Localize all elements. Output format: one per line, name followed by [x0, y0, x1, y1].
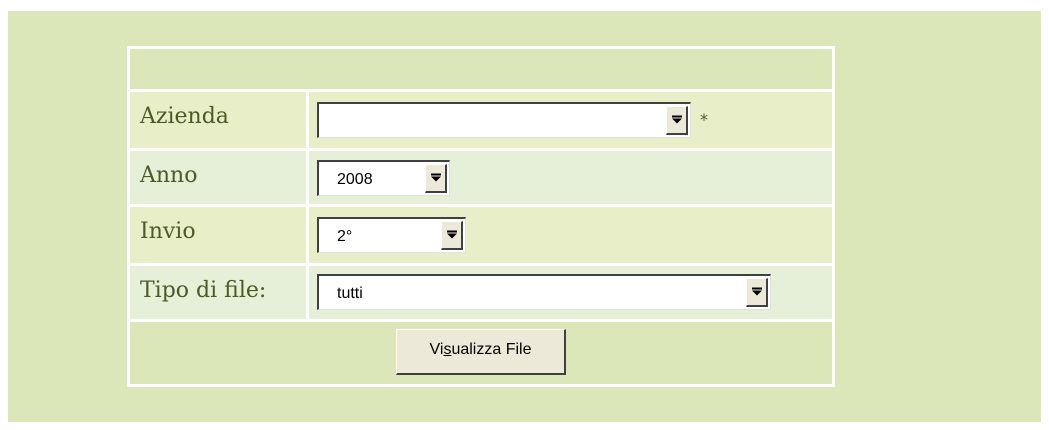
- form-row-tipo-file: Tipo di file: tutti: [130, 266, 832, 319]
- chevron-down-icon: [751, 287, 762, 296]
- form-row-actions: Visualizza File: [130, 322, 832, 384]
- anno-select[interactable]: 2008: [317, 160, 450, 196]
- form-panel: Azienda * Anno 2008 Invio 2° Tipo di fil…: [8, 11, 1041, 422]
- anno-select-value: 2008: [337, 171, 373, 188]
- azienda-label: Azienda: [130, 92, 306, 148]
- anno-dropdown-button[interactable]: [425, 164, 447, 193]
- azienda-dropdown-button[interactable]: [666, 106, 688, 135]
- required-asterisk: *: [700, 110, 708, 129]
- form-row-invio: Invio 2°: [130, 207, 832, 263]
- invio-label: Invio: [130, 207, 306, 263]
- tipo-file-label: Tipo di file:: [130, 266, 306, 319]
- visualizza-file-button[interactable]: Visualizza File: [396, 329, 566, 375]
- chevron-down-icon: [430, 173, 441, 182]
- invio-select[interactable]: 2°: [317, 217, 466, 253]
- invio-dropdown-button[interactable]: [441, 221, 463, 250]
- file-filter-form: Azienda * Anno 2008 Invio 2° Tipo di fil…: [127, 46, 835, 387]
- azienda-select[interactable]: [317, 102, 691, 138]
- form-row-azienda: Azienda *: [130, 92, 832, 148]
- chevron-down-icon: [671, 115, 682, 124]
- invio-select-value: 2°: [337, 228, 353, 245]
- anno-label: Anno: [130, 151, 306, 204]
- tipo-file-select-value: tutti: [337, 285, 363, 302]
- form-row-anno: Anno 2008: [130, 151, 832, 204]
- chevron-down-icon: [446, 230, 457, 239]
- tipo-file-select[interactable]: tutti: [317, 274, 771, 310]
- tipo-file-dropdown-button[interactable]: [746, 278, 768, 307]
- form-header: [130, 49, 832, 89]
